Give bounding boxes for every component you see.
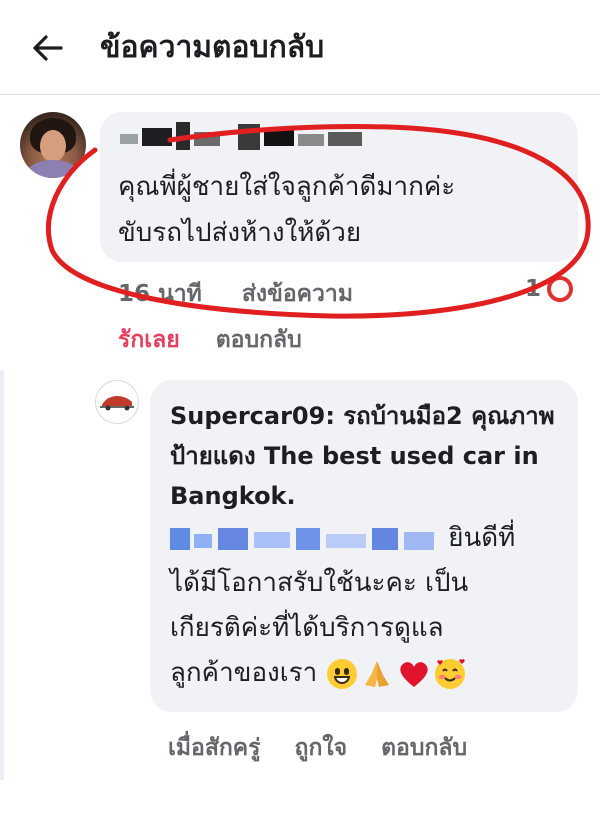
- page-avatar[interactable]: [95, 380, 139, 424]
- page-title: ข้อความตอบกลับ: [100, 30, 325, 65]
- reply-button[interactable]: ตอบกลับ: [216, 322, 302, 358]
- love-reaction-button[interactable]: รักเลย: [118, 322, 180, 358]
- comment-actions: รักเลย ตอบกลับ: [118, 322, 302, 358]
- folded-hands-icon: [365, 660, 390, 687]
- red-heart-icon: [400, 661, 429, 687]
- reply-meta: เมื่อสักครู่ ถูกใจ ตอบกลับ: [168, 730, 467, 766]
- reply-line-2: ได้มีโอกาสรับใช้นะคะ เป็น: [170, 568, 469, 598]
- back-button[interactable]: [24, 26, 72, 70]
- reply-time: เมื่อสักครู่: [168, 735, 261, 761]
- smiling-face-with-hearts-icon: [435, 658, 466, 689]
- comment-line-1: คุณพี่ผู้ชายใส่ใจลูกค้าดีมากค่ะ: [118, 172, 456, 202]
- car-logo-icon: [100, 396, 134, 411]
- arrow-left-icon: [33, 35, 63, 61]
- comment-line-2: ขับรถไปส่งห้างให้ด้วย: [118, 218, 362, 248]
- reaction-count[interactable]: 1: [525, 276, 574, 302]
- reply-text: ยินดีที่ ได้มีโอกาสรับใช้นะคะ เป็น เกียร…: [170, 516, 570, 696]
- like-button[interactable]: ถูกใจ: [295, 730, 348, 766]
- redacted-author-name: [120, 120, 370, 152]
- top-app-bar: ข้อความตอบกลับ: [0, 0, 600, 95]
- send-message-link[interactable]: ส่งข้อความ: [242, 276, 353, 312]
- commenter-avatar[interactable]: [20, 112, 86, 178]
- reply-author-name[interactable]: Supercar09: รถบ้านมือ2 คุณภาพป้ายแดง The…: [170, 396, 570, 516]
- comment-time: 16 นาที: [118, 281, 202, 307]
- comment-text: คุณพี่ผู้ชายใส่ใจลูกค้าดีมากค่ะ ขับรถไปส…: [118, 164, 568, 256]
- reply-reply-button[interactable]: ตอบกลับ: [381, 730, 467, 766]
- reaction-count-number: 1: [525, 276, 542, 302]
- reply-line-3: เกียรติค่ะที่ได้บริการดูแล: [170, 613, 444, 643]
- grinning-face-icon: [327, 658, 358, 689]
- reaction-icon: [547, 276, 574, 302]
- comment-meta: 16 นาที ส่งข้อความ: [118, 276, 353, 312]
- thread-indicator: [0, 370, 4, 780]
- redacted-mention[interactable]: [170, 524, 440, 554]
- reply-line-1: ยินดีที่: [448, 523, 516, 553]
- reply-line-4: ลูกค้าของเรา: [170, 658, 318, 688]
